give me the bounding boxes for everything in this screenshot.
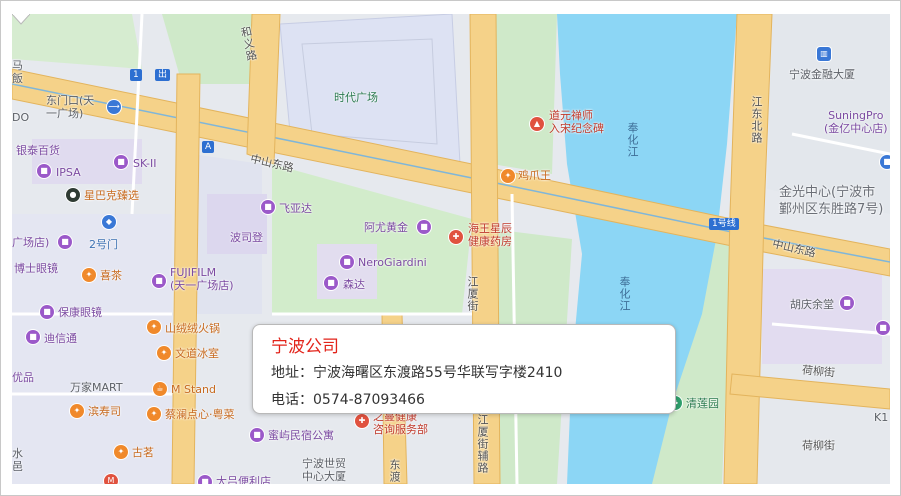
shopping-icon[interactable]: ■ — [324, 276, 338, 290]
food-icon[interactable]: ✦ — [70, 404, 84, 418]
poi-mixi[interactable]: 蜜屿民宿公寓 — [268, 429, 334, 442]
poi-bolideng[interactable]: 波司登 — [230, 231, 263, 244]
poi-k1: K1 — [874, 411, 889, 424]
poi-youpin[interactable]: 优品 — [12, 371, 34, 384]
shopping-icon[interactable]: ■ — [114, 155, 128, 169]
map-widget-frame: 中山东路 中山东路 和义路 江东北路 荷柳街 荷柳街 江厦街 江厦街辅路 东渡 … — [0, 0, 901, 496]
poi-ma: 马 — [12, 59, 23, 72]
road-label-jiangsha: 江厦街 — [466, 276, 479, 312]
poi-haiwang[interactable]: 海王星辰 健康药房 — [468, 222, 512, 248]
poi-daxia-store[interactable]: 大吕便利店 — [216, 475, 271, 484]
shopping-icon[interactable]: ■ — [340, 255, 354, 269]
poi-ban: 飯 — [12, 72, 23, 85]
pharmacy-icon[interactable]: ✚ — [449, 230, 463, 244]
road-label-jiangxia-fu: 江厦街辅路 — [476, 414, 489, 474]
poi-jinguang[interactable]: 金光中心(宁波市 鄞州区东胜路7号) — [779, 184, 883, 218]
road-label-huliu: 荷柳街 — [801, 363, 836, 380]
poi-shuiyi: 水 邑 — [12, 447, 23, 473]
poi-yintai[interactable]: 银泰百货 — [16, 144, 60, 157]
poi-dixin[interactable]: 迪信通 — [44, 332, 77, 345]
shopping-icon[interactable]: ■ — [198, 475, 212, 484]
shopping-icon[interactable]: ■ — [40, 305, 54, 319]
poi-starbucks[interactable]: 星巴克臻选 — [84, 189, 139, 202]
poi-ningbo-world[interactable]: 宁波世贸 中心大厦 — [302, 457, 346, 483]
poi-ipsa[interactable]: IPSA — [56, 166, 81, 179]
health-icon[interactable]: ✚ — [355, 414, 369, 428]
road-label-huliu-2: 荷柳街 — [802, 439, 835, 452]
poi-shanyu[interactable]: 山绒绒火锅 — [165, 322, 220, 335]
metro-exit-2-label: 2号门 — [89, 238, 118, 251]
poi-suning[interactable]: SuningPro (金亿中心店) — [824, 109, 888, 135]
food-icon[interactable]: ✦ — [147, 407, 161, 421]
river-label-fenghua-2: 奉化江 — [618, 276, 631, 312]
metro-exit-a-badge[interactable]: A — [202, 141, 215, 153]
bank-icon[interactable]: ▥ — [817, 47, 831, 61]
poi-boshi[interactable]: 博士眼镜 — [14, 262, 58, 275]
river-label-fenghua-1: 奉化江 — [626, 122, 639, 158]
metro-exit-1-badge[interactable]: 1 — [130, 69, 142, 81]
metro-exit-badge[interactable]: 出 — [155, 69, 171, 81]
company-info-popup[interactable]: 宁波公司 地址：宁波海曙区东渡路55号华联写字楼2410 电话：0574-870… — [252, 324, 676, 414]
shopping-icon[interactable]: ■ — [876, 321, 890, 335]
food-icon[interactable]: ✦ — [82, 268, 96, 282]
poi-baokang[interactable]: 保康眼镜 — [58, 306, 102, 319]
shopping-icon[interactable]: ■ — [417, 220, 431, 234]
pharmacy-icon[interactable]: ■ — [840, 296, 854, 310]
popup-title: 宁波公司 — [271, 337, 339, 357]
poi-dongmenkou[interactable]: 东门口(天 一广场) — [46, 94, 94, 120]
shopping-icon[interactable]: ■ — [37, 164, 51, 178]
poi-guangchang[interactable]: 广场店) — [12, 236, 49, 249]
food-icon[interactable]: ✦ — [147, 320, 161, 334]
food-icon[interactable]: ✦ — [114, 445, 128, 459]
poi-binshousi[interactable]: 滨寿司 — [88, 405, 121, 418]
poi-jizhuawang[interactable]: 鸡爪王 — [518, 169, 551, 182]
popup-address: 地址：宁波海曙区东渡路55号华联写字楼2410 — [271, 365, 563, 381]
metro-line-1-badge[interactable]: 1号线 — [709, 218, 739, 230]
hotel-icon[interactable]: ■ — [250, 428, 264, 442]
popup-phone: 电话：0574-87093466 — [271, 392, 425, 408]
food-icon[interactable]: M — [104, 474, 118, 484]
poi-wanjia[interactable]: 万家MART — [70, 381, 123, 394]
shopping-icon[interactable]: ■ — [880, 155, 890, 169]
poi-feiyada[interactable]: 飞亚达 — [279, 202, 312, 215]
shopping-icon[interactable]: ■ — [152, 274, 166, 288]
popup-pointer — [12, 14, 30, 25]
poi-sk2[interactable]: SK-II — [133, 157, 157, 170]
shopping-icon[interactable]: ■ — [261, 200, 275, 214]
road-label-dongdu: 东渡 — [388, 459, 401, 483]
food-icon[interactable]: ✦ — [157, 346, 171, 360]
map-canvas[interactable]: 中山东路 中山东路 和义路 江东北路 荷柳街 荷柳街 江厦街 江厦街辅路 东渡 … — [12, 14, 890, 484]
poi-mstand[interactable]: M Stand — [171, 383, 216, 396]
poi-huqing[interactable]: 胡庆余堂 — [790, 298, 834, 311]
poi-daoyuan[interactable]: 道元禅师 入宋纪念碑 — [549, 109, 604, 135]
poi-nero[interactable]: NeroGiardini — [358, 256, 427, 269]
shopping-icon[interactable]: ■ — [26, 330, 40, 344]
road-label-jiangdong-north: 江东北路 — [750, 96, 763, 144]
metro-station-icon[interactable]: ⟶ — [107, 100, 121, 114]
poi-gumin[interactable]: 古茗 — [132, 446, 154, 459]
coffee-icon[interactable]: ● — [66, 188, 80, 202]
poi-jinrong[interactable]: 宁波金融大厦 — [789, 68, 855, 81]
poi-xicha[interactable]: 喜茶 — [100, 269, 122, 282]
poi-aiyou[interactable]: 阿尤黄金 — [364, 221, 408, 234]
coffee-icon[interactable]: ☕ — [153, 382, 167, 396]
poi-shidai-plaza[interactable]: 时代广场 — [334, 91, 378, 104]
poi-senda[interactable]: 森达 — [343, 278, 365, 291]
poi-cailan[interactable]: 蔡澜点心·粤菜 — [165, 408, 235, 421]
landmark-icon[interactable]: ▲ — [530, 117, 544, 131]
poi-do: DO — [12, 111, 30, 124]
shopping-icon[interactable]: ■ — [58, 235, 72, 249]
food-icon[interactable]: ✦ — [501, 169, 515, 183]
poi-fujifilm[interactable]: FUJIFILM (天一广场店) — [170, 266, 234, 292]
poi-qinglian[interactable]: 清莲园 — [686, 397, 719, 410]
poi-wendao[interactable]: 文道冰室 — [175, 347, 219, 360]
metro-station-icon[interactable]: ◆ — [102, 215, 116, 229]
